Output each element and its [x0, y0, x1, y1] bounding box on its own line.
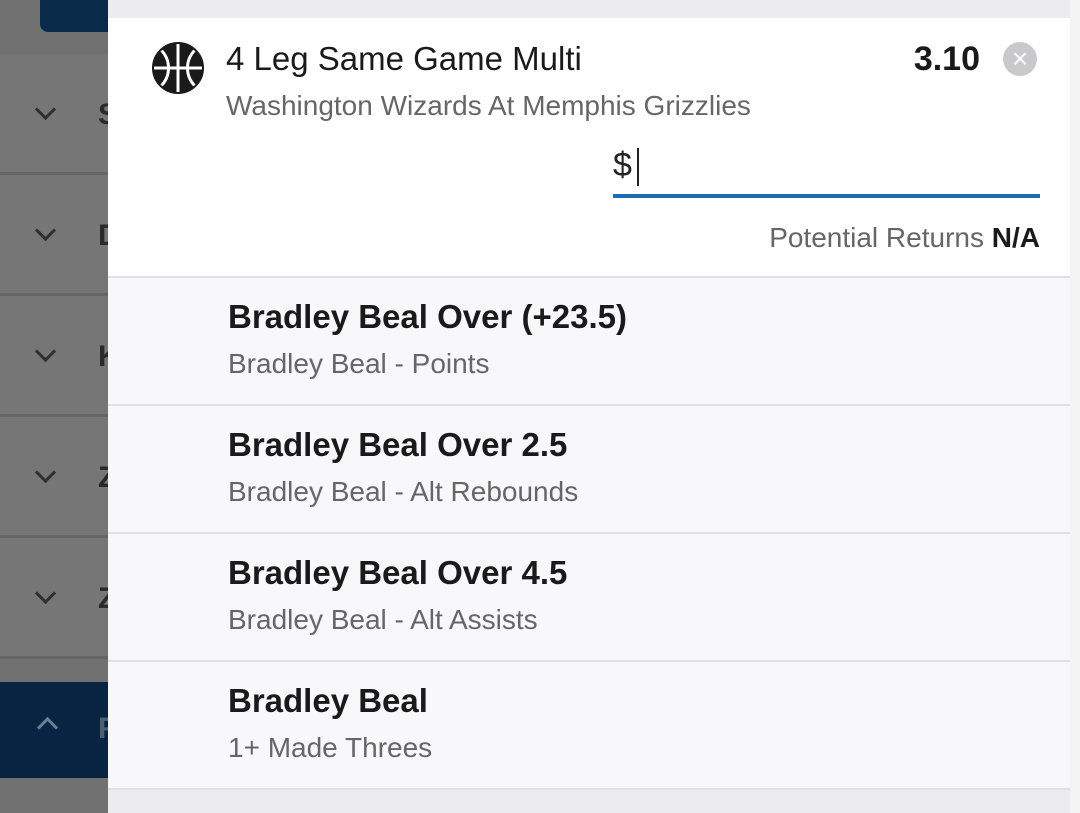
leg-market: Bradley Beal - Alt Rebounds [228, 476, 579, 507]
chevron-up-icon [36, 716, 59, 739]
chevron-down-icon [34, 461, 57, 484]
leg-selection: Bradley Beal Over 4.5 [228, 554, 568, 591]
background-active-row[interactable]: F [0, 682, 116, 778]
currency-symbol: $ [613, 146, 632, 184]
chevron-down-icon [34, 582, 57, 605]
leg-market: Bradley Beal - Alt Assists [228, 604, 538, 635]
chevron-down-icon [34, 98, 57, 121]
potential-returns-label: Potential Returns [769, 222, 984, 253]
bet-leg: Bradley Beal Over 4.5 Bradley Beal - Alt… [108, 534, 1070, 662]
bet-leg: Bradley Beal Over 2.5 Bradley Beal - Alt… [108, 406, 1070, 534]
background-row[interactable]: Z [0, 417, 116, 538]
bet-leg: Bradley Beal Over (+23.5) Bradley Beal -… [108, 278, 1070, 406]
potential-returns-value: N/A [991, 222, 1040, 253]
stake-field[interactable]: $ [613, 142, 1040, 198]
bet-leg: Bradley Beal 1+ Made Threes [108, 662, 1070, 790]
leg-selection: Bradley Beal Over (+23.5) [228, 298, 627, 335]
leg-selection: Bradley Beal [228, 682, 428, 719]
bet-slip-panel: 4 Leg Same Game Multi Washington Wizards… [108, 0, 1070, 813]
basketball-icon [152, 42, 204, 94]
bet-card: 4 Leg Same Game Multi Washington Wizards… [108, 18, 1070, 790]
bet-odds: 3.10 [913, 40, 980, 78]
background-row[interactable]: S [0, 54, 118, 175]
bet-legs: Bradley Beal Over (+23.5) Bradley Beal -… [108, 278, 1070, 790]
right-gutter [1070, 0, 1080, 813]
bet-header: 4 Leg Same Game Multi Washington Wizards… [108, 18, 1070, 278]
leg-market: Bradley Beal - Points [228, 348, 490, 379]
background-row[interactable]: K [0, 296, 120, 417]
potential-returns: Potential Returns N/A [769, 222, 1040, 254]
background-row[interactable]: D [0, 175, 120, 296]
close-icon: × [1011, 43, 1029, 74]
leg-selection: Bradley Beal Over 2.5 [228, 426, 568, 463]
chevron-down-icon [34, 219, 57, 242]
chevron-down-icon [34, 340, 57, 363]
bet-title: 4 Leg Same Game Multi [226, 40, 582, 77]
leg-market: 1+ Made Threes [228, 732, 433, 763]
remove-bet-button[interactable]: × [1003, 42, 1037, 76]
event-name: Washington Wizards At Memphis Grizzlies [226, 90, 751, 121]
background-market-list: S D K Z Z F [0, 0, 120, 813]
background-row[interactable]: Z [0, 538, 116, 659]
stake-input[interactable] [635, 142, 1035, 190]
